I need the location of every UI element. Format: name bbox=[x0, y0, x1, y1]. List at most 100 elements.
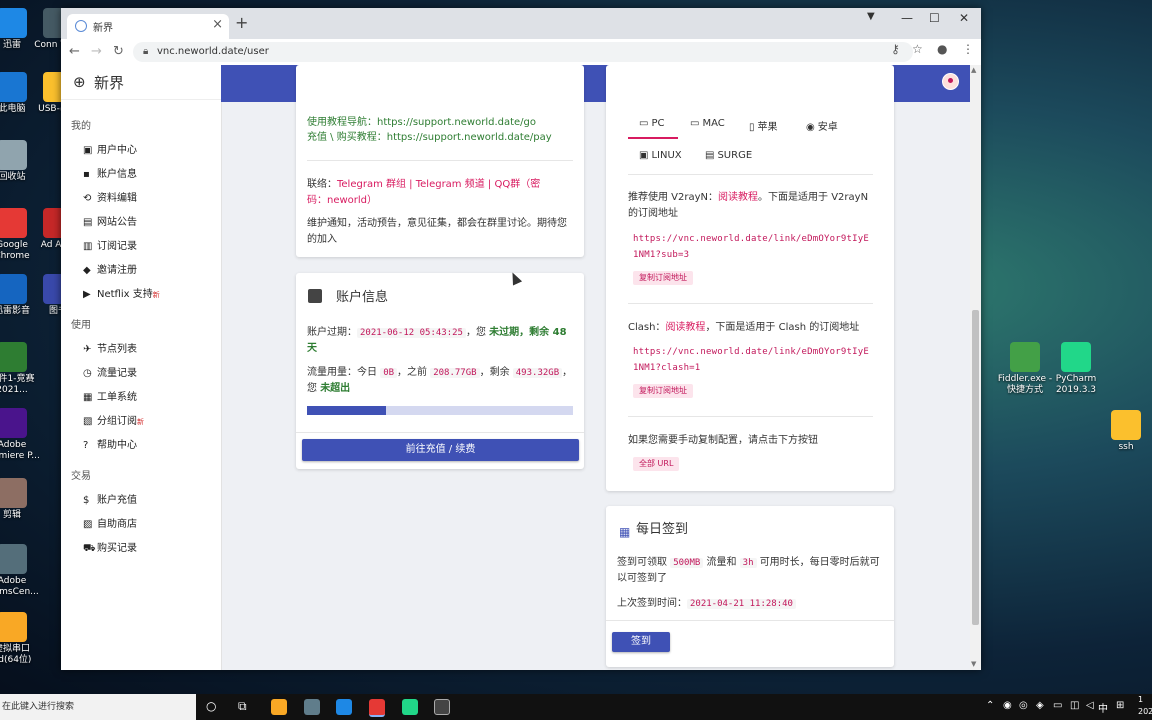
tab-close-icon[interactable]: × bbox=[212, 17, 223, 32]
menu-dots-icon[interactable]: ⋮ bbox=[962, 42, 974, 56]
scrollbar-thumb[interactable] bbox=[972, 310, 979, 625]
desktop-icon[interactable]: Adobe Premiere P... bbox=[0, 408, 42, 462]
chrome-icon[interactable] bbox=[369, 699, 385, 717]
desktop-app-icon bbox=[0, 274, 27, 304]
address-bar-row: ← → ↻ 🔒︎ vnc.neworld.date/user ⚷ ☆ ● ⋮ bbox=[61, 39, 981, 66]
ime-mode-icon[interactable]: ⊞ bbox=[1116, 700, 1124, 711]
sidebar-item[interactable]: ◷ 流量记录 bbox=[83, 367, 137, 381]
key-icon[interactable]: ⚷ bbox=[891, 42, 900, 56]
community-notice: 维护通知，活动预告，意见征集，都会在群里讨论。期待您的加入 bbox=[307, 218, 567, 245]
usage-progress-bar bbox=[307, 406, 573, 415]
tutorial-link[interactable]: 使用教程导航：https://support.neworld.date/go bbox=[307, 115, 536, 131]
desktop-icon[interactable]: ssh bbox=[1096, 410, 1152, 453]
user-avatar[interactable] bbox=[942, 73, 959, 90]
contact-links[interactable]: Telegram 群组 | Telegram 频道 | QQ群（密码：newor… bbox=[307, 179, 540, 206]
ime-indicator[interactable]: 中 bbox=[1098, 700, 1108, 715]
platform-tab[interactable]: ◉ 安卓 bbox=[806, 118, 838, 133]
sidebar-item[interactable]: ▶ Netflix 支持新 bbox=[83, 288, 160, 302]
sidebar-item[interactable]: ▨ 自助商店 bbox=[83, 518, 137, 532]
profile-icon[interactable]: ● bbox=[937, 42, 947, 56]
platform-tab-label: PC bbox=[651, 118, 665, 129]
platform-tab[interactable]: ▯ 苹果 bbox=[749, 118, 778, 133]
checkin-button[interactable]: 签到 bbox=[612, 632, 670, 652]
tray-app-icon[interactable]: ◎ bbox=[1019, 700, 1028, 711]
divider bbox=[606, 620, 894, 621]
desktop-icon[interactable]: PyCharm 2019.3.3 bbox=[1046, 342, 1106, 396]
mac-icon: ▭ bbox=[690, 118, 700, 129]
platform-tab[interactable]: ▤ SURGE bbox=[705, 150, 752, 161]
last-checkin-line: 上次签到时间： 2021-04-21 11:28:40 bbox=[617, 596, 796, 612]
platform-tab[interactable]: ▭ PC bbox=[639, 118, 664, 129]
sidebar-item[interactable]: ◆ 邀请注册 bbox=[83, 264, 137, 278]
taskbar: 在此键入进行搜索 ○ ⧉ ⌃ ◉ ◎ ◈ ▭ ◫ ◁ 中 ⊞ 1 202 bbox=[0, 694, 1152, 720]
platform-tab[interactable]: ▣ LINUX bbox=[639, 150, 682, 161]
url-bar[interactable]: 🔒︎ vnc.neworld.date/user bbox=[133, 42, 913, 62]
sync-icon: ⟲ bbox=[83, 193, 92, 204]
star-icon[interactable]: ☆ bbox=[912, 42, 923, 56]
volume-icon[interactable]: ◁ bbox=[1086, 700, 1094, 711]
sidebar-item[interactable]: ▥ 订阅记录 bbox=[83, 240, 137, 254]
clock-date[interactable]: 202 bbox=[1138, 707, 1152, 716]
v2ray-url[interactable]: https://vnc.neworld.date/link/eDmOYor9tI… bbox=[633, 231, 873, 263]
divider bbox=[296, 432, 584, 433]
sidebar-item[interactable]: ▤ 网站公告 bbox=[83, 216, 137, 230]
clash-tutorial-link[interactable]: 阅读教程 bbox=[665, 322, 705, 333]
copy-v2ray-sub-button[interactable]: 复制订阅地址 bbox=[633, 271, 693, 285]
sidebar-item[interactable]: $ 账户充值 bbox=[83, 494, 137, 508]
browser-tab[interactable]: 新界 × bbox=[67, 14, 229, 39]
tray-chevron-icon[interactable]: ⌃ bbox=[986, 700, 994, 711]
sidebar-item[interactable]: ▦ 工单系统 bbox=[83, 391, 137, 405]
scroll-up-icon[interactable]: ▲ bbox=[971, 66, 976, 74]
pycharm-icon[interactable] bbox=[402, 699, 418, 715]
tab-search-icon[interactable]: ▼ bbox=[867, 11, 875, 22]
task-view-icon[interactable]: ⧉ bbox=[238, 699, 247, 714]
scroll-down-icon[interactable]: ▼ bbox=[971, 660, 976, 668]
forward-icon[interactable]: → bbox=[91, 44, 102, 59]
clash-url[interactable]: https://vnc.neworld.date/link/eDmOYor9tI… bbox=[633, 344, 873, 376]
desktop-icon[interactable]: Adobe FormsCen... bbox=[0, 544, 42, 598]
platform-tab-label: LINUX bbox=[651, 150, 682, 161]
desktop-icon[interactable]: 回收站 bbox=[0, 140, 42, 183]
desktop-icon[interactable]: 剪辑 bbox=[0, 478, 42, 521]
maximize-button[interactable]: ☐ bbox=[929, 11, 940, 25]
sidebar-item[interactable]: ▣ 用户中心 bbox=[83, 144, 137, 158]
clock-time[interactable]: 1 bbox=[1138, 695, 1143, 704]
sidebar-item[interactable]: ? 帮助中心 bbox=[83, 439, 137, 453]
file-explorer-icon[interactable] bbox=[271, 699, 287, 715]
sidebar-item-label: 工单系统 bbox=[97, 392, 137, 403]
new-tab-button[interactable]: + bbox=[235, 13, 248, 32]
reload-icon[interactable]: ↻ bbox=[113, 44, 124, 59]
back-icon[interactable]: ← bbox=[69, 44, 80, 59]
network-icon[interactable]: ◫ bbox=[1070, 700, 1079, 711]
brand[interactable]: ⊕ 新界 bbox=[61, 65, 221, 100]
tray-app-icon[interactable]: ◉ bbox=[1003, 700, 1012, 711]
sidebar-item[interactable]: ▧ 分组订阅新 bbox=[83, 415, 144, 429]
edge-icon[interactable] bbox=[336, 699, 352, 715]
minimize-button[interactable]: — bbox=[901, 11, 913, 25]
sidebar-item[interactable]: ✈ 节点列表 bbox=[83, 343, 137, 357]
sidebar-item[interactable]: ⟲ 资料编辑 bbox=[83, 192, 137, 206]
tv-icon: ▶ bbox=[83, 289, 91, 300]
notice-card: 使用教程导航：https://support.neworld.date/go 充… bbox=[296, 65, 584, 257]
v2ray-tutorial-link[interactable]: 阅读教程 bbox=[718, 192, 758, 203]
battery-icon[interactable]: ▭ bbox=[1053, 700, 1062, 711]
tray-app-icon[interactable]: ◈ bbox=[1036, 700, 1044, 711]
desktop-icon[interactable]: 虚拟串口 pd(64位) bbox=[0, 612, 42, 666]
taskbar-search[interactable]: 在此键入进行搜索 bbox=[0, 694, 196, 720]
close-window-button[interactable]: ✕ bbox=[959, 11, 969, 25]
page-scrollbar[interactable]: ▲ ▼ bbox=[970, 65, 981, 670]
recharge-button[interactable]: 前往充值 / 续费 bbox=[302, 439, 579, 461]
purchase-tutorial-link[interactable]: 充值 \ 购买教程：https://support.neworld.date/p… bbox=[307, 130, 552, 146]
app-icon[interactable] bbox=[304, 699, 320, 715]
sidebar-item-label: 邀请注册 bbox=[97, 265, 137, 276]
copy-clash-sub-button[interactable]: 复制订阅地址 bbox=[633, 384, 693, 398]
obs-icon[interactable] bbox=[434, 699, 450, 715]
platform-tab[interactable]: ▭ MAC bbox=[690, 118, 725, 129]
sidebar-item[interactable]: ⛟购买记录 bbox=[83, 542, 137, 556]
cortana-icon[interactable]: ○ bbox=[206, 699, 216, 713]
all-url-button[interactable]: 全部 URL bbox=[633, 457, 680, 471]
pc-icon: ▭ bbox=[639, 118, 649, 129]
sidebar-item[interactable]: ▪ 账户信息 bbox=[83, 168, 137, 182]
desktop-icon[interactable]: 附件1-竞赛2021... bbox=[0, 342, 42, 396]
ticket-icon: ▦ bbox=[83, 392, 93, 403]
